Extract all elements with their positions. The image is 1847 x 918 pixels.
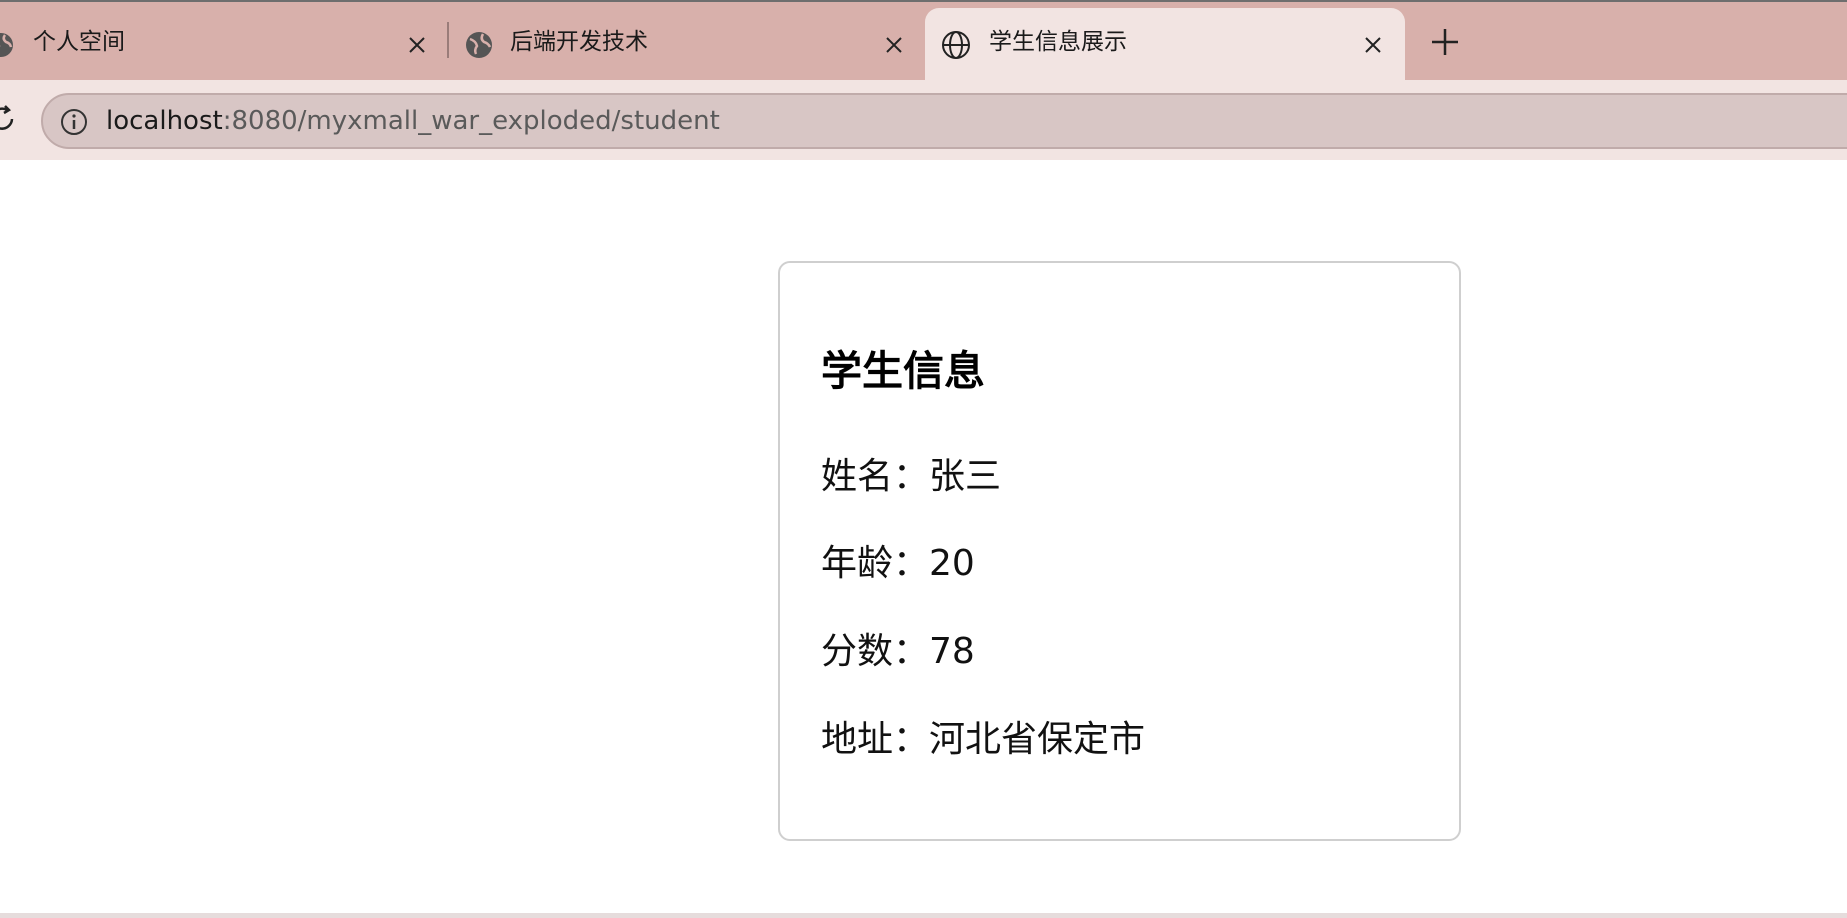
globe-icon: [942, 31, 970, 59]
close-tab-icon[interactable]: [1358, 30, 1388, 60]
reload-icon[interactable]: [0, 103, 18, 135]
field-label: 地址：: [821, 719, 930, 760]
url-text[interactable]: localhost:8080/myxmall_war_exploded/stud…: [106, 95, 720, 147]
field-label: 年龄：: [821, 543, 930, 584]
tab-title: 个人空间: [33, 29, 125, 55]
field-name: 姓名：张三: [821, 459, 1001, 495]
close-tab-icon[interactable]: [402, 30, 432, 60]
field-label: 姓名：: [821, 456, 930, 497]
field-value: 78: [929, 631, 975, 672]
field-age: 年龄：20: [821, 546, 975, 582]
field-value: 河北省保定市: [929, 719, 1146, 760]
tab-personal-space[interactable]: 个人空间: [0, 8, 445, 80]
url-path: :8080/myxmall_war_exploded/student: [222, 106, 720, 136]
globe-icon: [0, 33, 13, 57]
window-top-edge: [0, 0, 1847, 2]
field-score: 分数：78: [821, 634, 975, 670]
tab-strip: 个人空间 后端开发技术 学生信息展示: [0, 0, 1847, 80]
student-info-card: 学生信息 姓名：张三 年龄：20 分数：78 地址：河北省保定市: [778, 261, 1461, 841]
address-bar[interactable]: localhost:8080/myxmall_war_exploded/stud…: [41, 93, 1847, 149]
field-label: 分数：: [821, 631, 930, 672]
tab-student-info-active[interactable]: 学生信息展示: [925, 8, 1405, 80]
close-tab-icon[interactable]: [879, 30, 909, 60]
url-host: localhost: [106, 106, 223, 136]
field-value: 20: [929, 543, 975, 584]
tab-title: 后端开发技术: [510, 29, 648, 55]
window-bottom-edge: [0, 913, 1847, 918]
site-info-icon[interactable]: [59, 107, 89, 137]
tab-backend-dev[interactable]: 后端开发技术: [446, 8, 922, 80]
plus-icon: [1432, 29, 1458, 55]
globe-icon: [466, 32, 492, 58]
field-value: 张三: [929, 456, 1002, 497]
field-address: 地址：河北省保定市: [821, 722, 1145, 758]
card-title: 学生信息: [821, 347, 985, 395]
new-tab-button[interactable]: [1420, 22, 1470, 62]
tab-title: 学生信息展示: [989, 29, 1127, 55]
